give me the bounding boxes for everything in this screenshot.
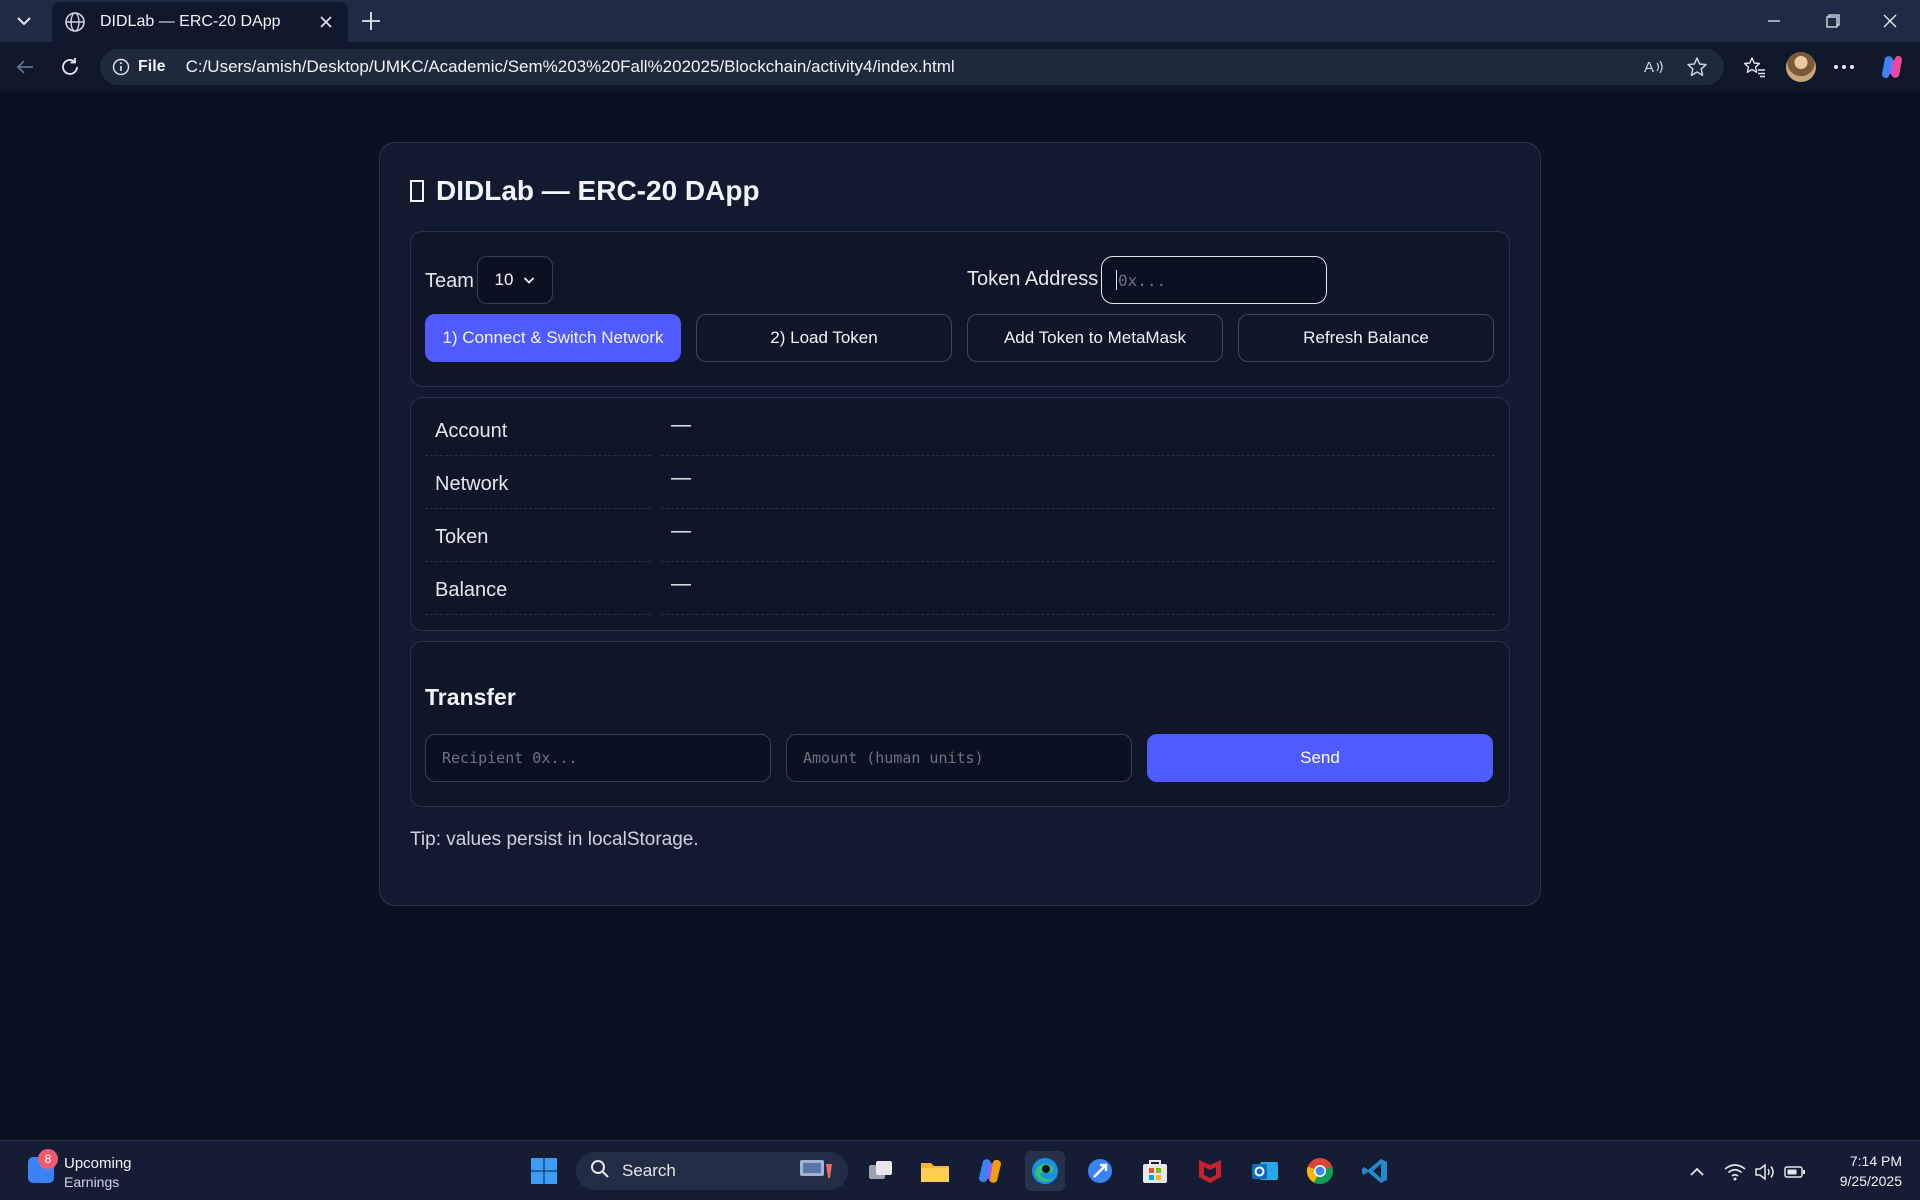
show-hidden-icons-chevron-icon[interactable] <box>1684 1159 1710 1185</box>
browser-tab[interactable]: DIDLab — ERC-20 DApp <box>52 2 348 42</box>
page-title-text: DIDLab — ERC-20 DApp <box>436 175 760 206</box>
network-value: — <box>661 459 1495 509</box>
recipient-placeholder: Recipient 0x... <box>442 749 578 767</box>
page-title: DIDLab — ERC-20 DApp <box>410 175 760 207</box>
add-token-metamask-button[interactable]: Add Token to MetaMask <box>967 314 1223 362</box>
token-address-label: Token Address <box>967 268 1099 290</box>
network-tool-icon[interactable] <box>1080 1151 1120 1191</box>
token-address-placeholder: 0x... <box>1118 270 1167 290</box>
recipient-input[interactable]: Recipient 0x... <box>425 734 771 782</box>
balance-label: Balance <box>425 565 651 615</box>
controls-panel: Team 10 Token Address 0x... 1) Connect &… <box>410 231 1510 387</box>
tab-title: DIDLab — ERC-20 DApp <box>100 13 281 30</box>
minimize-icon[interactable] <box>1754 6 1794 36</box>
profile-avatar[interactable] <box>1786 52 1816 82</box>
network-label: Network <box>425 459 651 509</box>
new-tab-plus-icon[interactable] <box>356 6 386 36</box>
browser-tab-bar: DIDLab — ERC-20 DApp <box>0 0 1920 42</box>
taskbar-search[interactable]: Search <box>576 1152 848 1190</box>
account-label: Account <box>425 406 651 456</box>
more-options-icon[interactable] <box>1829 52 1859 82</box>
close-window-icon[interactable] <box>1870 6 1910 36</box>
token-label: Token <box>425 512 651 562</box>
favorite-star-icon[interactable] <box>1682 52 1712 82</box>
send-button[interactable]: Send <box>1147 734 1493 782</box>
account-info-panel: Account — Network — Token — Balance — <box>410 397 1510 631</box>
chevron-down-icon <box>523 270 535 290</box>
info-row-token: Token — <box>425 512 1495 562</box>
start-windows-icon[interactable] <box>524 1151 564 1191</box>
search-highlight-icon <box>798 1156 834 1187</box>
task-view-icon[interactable] <box>861 1151 901 1191</box>
address-bar[interactable]: File C:/Users/amish/Desktop/UMKC/Academi… <box>100 49 1724 85</box>
load-token-button[interactable]: 2) Load Token <box>696 314 952 362</box>
system-clock[interactable]: 7:14 PM 9/25/2025 <box>1810 1151 1902 1191</box>
dapp-card: DIDLab — ERC-20 DApp Team 10 Token Addre… <box>379 142 1541 906</box>
team-select[interactable]: 10 <box>477 256 553 304</box>
refresh-icon[interactable] <box>55 52 85 82</box>
text-caret <box>1116 270 1117 290</box>
windows-taskbar: 8 Upcoming Earnings Search 7:14 PM 9/25/… <box>0 1140 1920 1200</box>
file-explorer-icon[interactable] <box>915 1151 955 1191</box>
missing-glyph-icon <box>410 180 424 202</box>
mcafee-icon[interactable] <box>1190 1151 1230 1191</box>
info-row-network: Network — <box>425 459 1495 509</box>
close-tab-icon[interactable] <box>316 12 336 32</box>
tip-text: Tip: values persist in localStorage. <box>410 829 699 850</box>
widgets-button[interactable]: 8 Upcoming Earnings <box>24 1149 164 1193</box>
page-viewport: DIDLab — ERC-20 DApp Team 10 Token Addre… <box>5 92 1915 1134</box>
copilot-app-icon[interactable] <box>970 1151 1010 1191</box>
account-value: — <box>661 406 1495 456</box>
svg-text:A: A <box>1644 59 1654 76</box>
clock-date: 9/25/2025 <box>1839 1173 1902 1189</box>
tab-actions-chevron-icon[interactable] <box>10 8 38 34</box>
transfer-panel: Transfer Recipient 0x... Amount (human u… <box>410 641 1510 807</box>
microsoft-store-icon[interactable] <box>1135 1151 1175 1191</box>
info-row-balance: Balance — <box>425 565 1495 615</box>
token-value: — <box>661 512 1495 562</box>
globe-icon <box>64 11 86 33</box>
amount-input[interactable]: Amount (human units) <box>786 734 1132 782</box>
team-label: Team <box>425 270 474 292</box>
transfer-title: Transfer <box>425 684 516 710</box>
team-select-value: 10 <box>494 270 514 289</box>
restore-icon[interactable] <box>1813 6 1853 36</box>
info-circle-icon[interactable] <box>112 58 130 76</box>
search-label: Search <box>622 1161 676 1180</box>
vscode-icon[interactable] <box>1355 1151 1395 1191</box>
clock-time: 7:14 PM <box>1849 1153 1902 1169</box>
widget-subtitle: Earnings <box>64 1174 120 1190</box>
outlook-icon[interactable] <box>1245 1151 1285 1191</box>
connect-switch-network-button[interactable]: 1) Connect & Switch Network <box>425 314 681 362</box>
battery-icon[interactable] <box>1782 1159 1808 1185</box>
volume-icon[interactable] <box>1752 1159 1778 1185</box>
scheme-label: File <box>138 58 166 75</box>
chrome-icon[interactable] <box>1300 1151 1340 1191</box>
refresh-balance-button[interactable]: Refresh Balance <box>1238 314 1494 362</box>
info-row-account: Account — <box>425 406 1495 456</box>
browser-toolbar: File C:/Users/amish/Desktop/UMKC/Academi… <box>0 42 1920 92</box>
url-text[interactable]: C:/Users/amish/Desktop/UMKC/Academic/Sem… <box>186 57 1628 77</box>
favorites-icon[interactable] <box>1740 52 1770 82</box>
balance-value: — <box>661 565 1495 615</box>
copilot-icon[interactable] <box>1877 52 1907 82</box>
back-arrow-icon[interactable] <box>10 52 40 82</box>
amount-placeholder: Amount (human units) <box>803 749 984 767</box>
widget-title: Upcoming <box>64 1155 132 1172</box>
token-address-input[interactable]: 0x... <box>1101 256 1327 304</box>
search-icon <box>590 1159 610 1184</box>
read-aloud-icon[interactable]: A <box>1640 52 1670 82</box>
edge-browser-icon[interactable] <box>1025 1151 1065 1191</box>
widget-badge: 8 <box>38 1149 58 1169</box>
wifi-icon[interactable] <box>1722 1159 1748 1185</box>
